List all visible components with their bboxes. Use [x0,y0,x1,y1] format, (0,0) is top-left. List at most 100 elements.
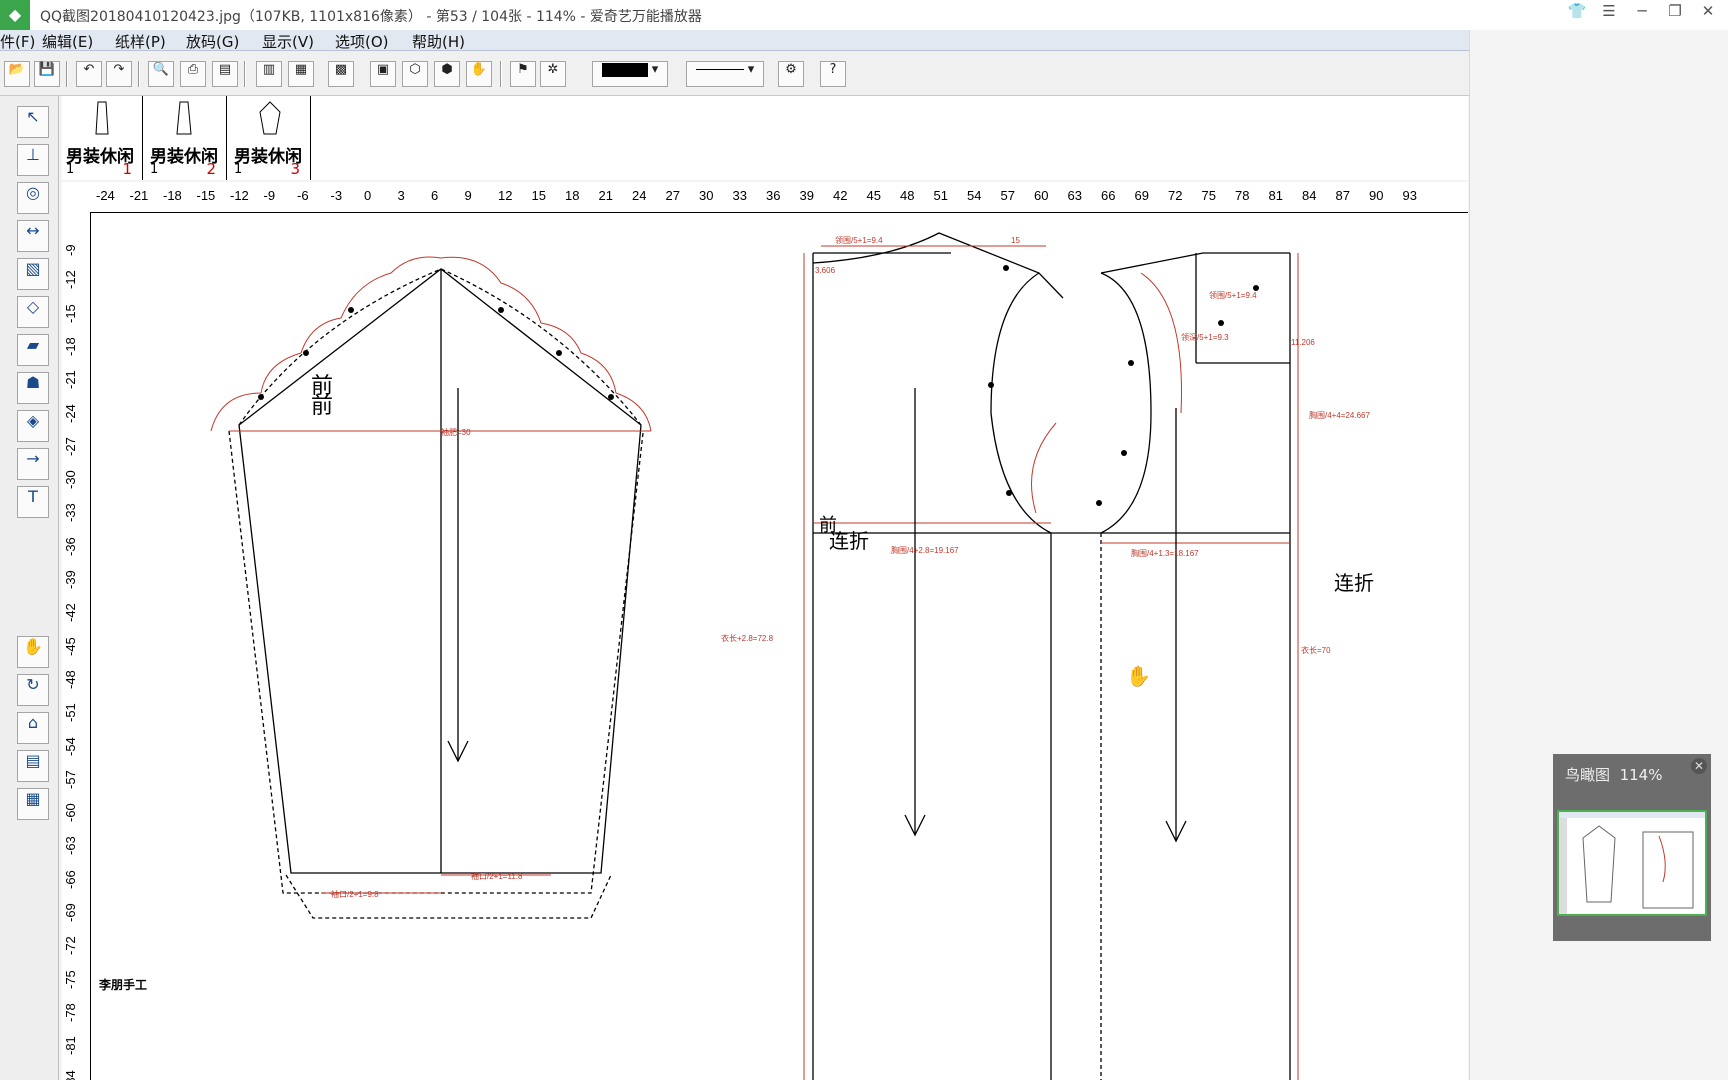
ruler-tick-label: 78 [1235,188,1250,203]
hand-icon[interactable]: ✋ [17,636,49,668]
ruler-tick-label: 45 [866,188,881,203]
help-icon[interactable]: ? [820,61,846,87]
select-icon[interactable]: ↖ [17,106,49,138]
dart-icon[interactable]: ◇ [17,296,49,328]
rotate-icon[interactable]: ↻ [17,674,49,706]
cuff-label: 袖口/2+1=9.8 [331,889,379,899]
back-fold-label: 连折 [1334,571,1374,595]
ruler-tick-label: 69 [1134,188,1149,203]
hanger-icon[interactable]: ⌂ [17,712,49,744]
color-select[interactable]: ▾ [592,61,668,87]
toolbar-separator [66,61,68,87]
ruler-tick-label: -21 [129,188,149,203]
arrow-tool-icon[interactable]: → [17,448,49,480]
grid-icon[interactable]: ▩ [328,61,354,87]
ruler-tick-label: 27 [665,188,680,203]
ruler-tick-label: -12 [230,188,249,203]
piece-item-1[interactable]: 男装休闲 1 1 [62,96,143,180]
small-label-4: 领围/5+1=9.4 [1209,290,1257,300]
save-icon[interactable]: 💾 [34,61,60,87]
piece-item-3[interactable]: 男装休闲 1 3 [230,96,311,180]
menu-file[interactable]: 件(F) [0,31,35,52]
grading-icon[interactable]: ▤ [17,750,49,782]
piece-list: 男装休闲 1 1 男装休闲 1 2 男装休闲 1 3 [62,96,1468,180]
grading-table-icon[interactable]: ▦ [17,788,49,820]
pleat-icon[interactable]: ▧ [17,258,49,290]
menu-edit[interactable]: 编辑(E) [42,31,93,52]
shirt-icon[interactable]: 👕 [1564,2,1590,28]
app-icon: ◆ [0,0,30,30]
menu-help[interactable]: 帮助(H) [412,31,465,52]
ruler-tick-label: 57 [1000,188,1015,203]
toolbar-separator [244,61,246,87]
small-label-2: 11.206 [1291,338,1315,347]
menu-grade[interactable]: 放码(G) [186,31,239,52]
plot-icon[interactable]: ▤ [212,61,238,87]
menu-options[interactable]: 选项(O) [335,31,389,52]
ruler-tick-label: 48 [900,188,915,203]
small-label-3: 领深/5+1=9.3 [1181,332,1229,342]
dimension-icon[interactable]: ↔ [17,220,49,252]
piece-fill-icon[interactable]: ▰ [17,334,49,366]
toolbar-separator [500,61,502,87]
minimize-icon[interactable]: ─ [1629,2,1655,28]
ruler-tick-label: 84 [1302,188,1317,203]
menu-icon[interactable]: ☰ [1596,2,1622,28]
flag-icon[interactable]: ⚑ [510,61,536,87]
close-icon[interactable]: ✕ [1695,2,1721,28]
ruler-tick-label: 81 [1268,188,1283,203]
vertical-ruler: -9 -12 -15 -18 -21 -24 -27 -30 -33 -36 -39 -42 -45 -4… [62,212,91,1080]
piece-icon[interactable]: ▣ [370,61,396,87]
ruler-tick-label: -15 [196,188,216,203]
ruler-tick-label: -57 [63,770,78,789]
ruler-tick-label: -27 [63,437,78,456]
shape-icon[interactable]: ⬡ [402,61,428,87]
menu-pattern[interactable]: 纸样(P) [115,31,166,52]
front-chest-label: 胸围/4+2.8=19.167 [891,545,959,555]
open-icon[interactable]: 📂 [4,61,30,87]
ruler-tick-label: -42 [63,603,78,623]
cuff-label-2: 袖口/2+1=11.8 [471,871,523,881]
hand-piece-icon[interactable]: ✋ [466,61,492,87]
ruler-tick-label: -24 [63,403,78,423]
ruler-tick-label: -45 [63,636,78,656]
bodice-pattern [812,232,1291,1080]
ruler-tick-label: -9 [63,244,78,256]
fill-piece-icon[interactable]: ⬢ [434,61,460,87]
measure-icon[interactable]: ⊥ [17,144,49,176]
ruler-tick-label: 93 [1402,188,1417,203]
ruler-tick-label: -78 [63,1003,78,1022]
overview-window[interactable]: 鸟瞰图 114% ✕ [1553,754,1711,941]
body-icon[interactable]: ☗ [17,372,49,404]
sleeve-pattern [228,268,644,919]
settings-icon[interactable]: ⚙ [778,61,804,87]
ruler-tick-label: 42 [833,188,848,203]
color-tool-icon[interactable]: ◈ [17,410,49,442]
pattern-canvas[interactable]: 前 前 袖肥=30 袖口/2+1=9.8 袖口/2+1=11.8 前 连折 连折… [91,213,1468,1080]
ruler-tick-label: 0 [364,188,372,203]
undo-icon[interactable]: ↶ [76,61,102,87]
ruler-tick-label: -21 [63,370,78,390]
layout-icon[interactable]: ▥ [256,61,282,87]
circle-icon[interactable]: ◎ [17,182,49,214]
ruler-tick-label: 33 [732,188,747,203]
restore-icon[interactable]: ❐ [1662,2,1688,28]
ruler-tick-label: -9 [263,188,276,203]
ruler-tick-label: 3 [397,188,405,203]
menu-view[interactable]: 显示(V) [262,31,314,52]
ruler-tick-label: 66 [1101,188,1116,203]
ruler-tick-label: 18 [565,188,580,203]
overview-close-icon[interactable]: ✕ [1691,758,1707,774]
linetype-select[interactable]: ▾ [686,61,764,87]
redo-icon[interactable]: ↷ [106,61,132,87]
ruler-tick-label: 72 [1168,188,1183,203]
ruler-tick-label: -54 [63,736,78,756]
overview-thumbnail[interactable] [1557,810,1707,916]
print-icon[interactable]: ⎙ [180,61,206,87]
piece-item-2[interactable]: 男装休闲 1 2 [146,96,227,180]
table-icon[interactable]: ▦ [288,61,314,87]
preview-icon[interactable]: 🔍 [148,61,174,87]
figure-icon[interactable]: ✲ [540,61,566,87]
text-tool-icon[interactable]: T [17,486,49,518]
ruler-tick-label: 75 [1201,188,1216,203]
